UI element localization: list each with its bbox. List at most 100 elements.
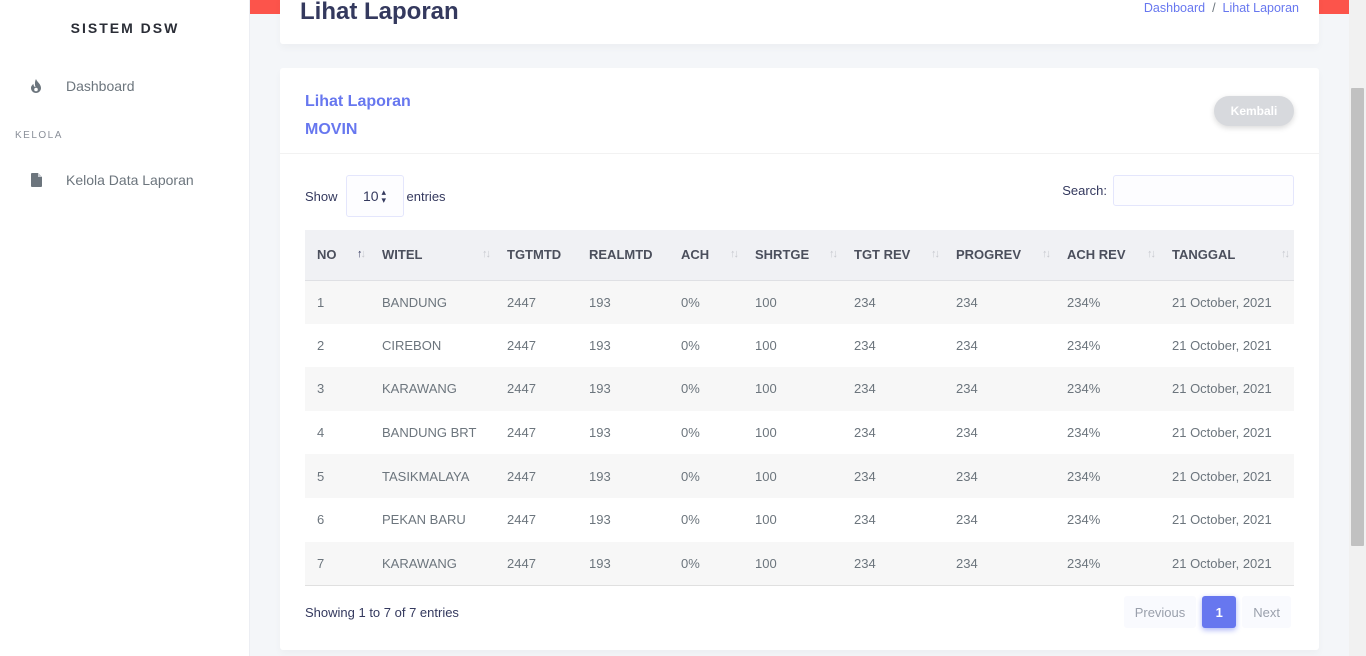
column-header[interactable]: NO ↑↓ xyxy=(305,230,370,281)
table-cell: 234 xyxy=(842,280,944,324)
back-button[interactable]: Kembali xyxy=(1214,96,1294,126)
table-cell: 21 October, 2021 xyxy=(1160,280,1294,324)
show-label: Show xyxy=(305,188,338,204)
sidebar-item-dashboard[interactable]: Dashboard xyxy=(0,71,250,101)
sort-updown-icon: ▴ ▾ xyxy=(381,187,387,205)
sidebar-item-label: Kelola Data Laporan xyxy=(66,172,194,188)
column-header[interactable]: WITEL ↑↓ xyxy=(370,230,495,281)
column-header[interactable]: TGTMTD xyxy=(495,230,577,281)
table-cell: 234 xyxy=(944,323,1055,368)
card-title: Lihat Laporan MOVIN xyxy=(305,88,411,144)
table-row: 1 BANDUNG 2447 193 0% 100 234 234 234% 21 October… xyxy=(305,280,1294,324)
accent-bar-right xyxy=(1319,0,1349,14)
table-cell: 4 xyxy=(305,410,370,455)
previous-button[interactable]: Previous xyxy=(1123,596,1197,628)
table-row: 6 PEKAN BARU 2447 193 0% 100 234 234 234% 21 Octo… xyxy=(305,497,1294,542)
table-cell: 0% xyxy=(669,497,743,542)
page-1-button[interactable]: 1 xyxy=(1202,596,1237,628)
sidebar-item-kelola-data-laporan[interactable]: Kelola Data Laporan xyxy=(0,165,250,195)
scrollbar-thumb[interactable] xyxy=(1351,88,1364,546)
entries-label: entries xyxy=(406,188,446,204)
search-label: Search: xyxy=(1062,183,1107,198)
breadcrumb-current: Lihat Laporan xyxy=(1222,1,1299,15)
table-cell: 3 xyxy=(305,367,370,411)
table-search: Search: xyxy=(1062,175,1294,206)
table-cell: 2447 xyxy=(495,541,577,586)
table-cell: 234 xyxy=(944,367,1055,411)
table-cell: 100 xyxy=(743,410,842,455)
accent-bar-left xyxy=(250,0,280,14)
entries-select-value: 10 xyxy=(362,188,379,204)
column-header[interactable]: REALMTD xyxy=(577,230,669,281)
search-input[interactable] xyxy=(1113,175,1294,206)
table-cell: BANDUNG BRT xyxy=(370,410,495,455)
table-cell: 234% xyxy=(1055,280,1160,324)
table-cell: 100 xyxy=(743,541,842,586)
card-title-line2: MOVIN xyxy=(305,121,358,138)
table-cell: 234% xyxy=(1055,541,1160,586)
table-cell: 2 xyxy=(305,323,370,368)
table-cell: 21 October, 2021 xyxy=(1160,541,1294,586)
breadcrumb-dashboard-link[interactable]: Dashboard xyxy=(1144,1,1205,15)
table-cell: 234% xyxy=(1055,497,1160,542)
table-cell: 7 xyxy=(305,541,370,586)
table-cell: 21 October, 2021 xyxy=(1160,367,1294,411)
table-cell: 234 xyxy=(842,323,944,368)
table-cell: 2447 xyxy=(495,323,577,368)
sort-icon: ↑↓ xyxy=(730,248,739,260)
page-title: Lihat Laporan xyxy=(300,0,459,25)
sidebar-item-label: Dashboard xyxy=(66,78,135,94)
table-cell: CIREBON xyxy=(370,323,495,368)
table-cell: 234% xyxy=(1055,367,1160,411)
column-header[interactable]: PROGREV ↑↓ xyxy=(944,230,1055,281)
table-cell: 234 xyxy=(944,497,1055,542)
sidebar: SISTEM DSW Dashboard KELOLA Kelola Data … xyxy=(0,0,250,656)
table-cell: 193 xyxy=(577,541,669,586)
entries-select[interactable]: 10 ▴ ▾ xyxy=(345,175,404,217)
table-cell: 193 xyxy=(577,323,669,368)
table-cell: 1 xyxy=(305,280,370,324)
fire-icon xyxy=(29,79,43,93)
table-cell: 234 xyxy=(842,497,944,542)
table-cell: TASIKMALAYA xyxy=(370,454,495,498)
table-cell: 234 xyxy=(842,454,944,498)
menu-header-kelola: KELOLA xyxy=(15,130,63,141)
brand-title[interactable]: SISTEM DSW xyxy=(0,20,250,36)
table-cell: 2447 xyxy=(495,280,577,324)
report-card: Lihat Laporan MOVIN Kembali Show 10 ▴ ▾ e… xyxy=(280,68,1319,650)
pagination: Previous 1 Next xyxy=(1123,596,1291,628)
table-header-row: NO ↑↓ WITEL ↑↓ TGTMTD REALMTD ACH ↑↓ SHRTGE… xyxy=(305,230,1294,281)
table-cell: 193 xyxy=(577,454,669,498)
table-cell: 2447 xyxy=(495,410,577,455)
column-header[interactable]: TGT REV ↑↓ xyxy=(842,230,944,281)
table-cell: 21 October, 2021 xyxy=(1160,323,1294,368)
table-cell: 234 xyxy=(944,541,1055,586)
table-cell: 193 xyxy=(577,280,669,324)
table-info: Showing 1 to 7 of 7 entries xyxy=(305,605,459,620)
table-cell: 193 xyxy=(577,497,669,542)
entries-length-control: Show 10 ▴ ▾ entries xyxy=(305,175,446,217)
next-button[interactable]: Next xyxy=(1242,596,1291,628)
column-header[interactable]: TANGGAL ↑↓ xyxy=(1160,230,1294,281)
table-cell: PEKAN BARU xyxy=(370,497,495,542)
table-row: 4 BANDUNG BRT 2447 193 0% 100 234 234 234% 21 Oct… xyxy=(305,410,1294,455)
table-cell: 234 xyxy=(944,454,1055,498)
sort-icon: ↑↓ xyxy=(1147,248,1156,260)
table-cell: 2447 xyxy=(495,367,577,411)
card-title-line1: Lihat Laporan xyxy=(305,93,411,110)
table-cell: KARAWANG xyxy=(370,541,495,586)
file-icon xyxy=(29,173,43,187)
table-cell: 234 xyxy=(842,367,944,411)
table-cell: 2447 xyxy=(495,454,577,498)
report-table: NO ↑↓ WITEL ↑↓ TGTMTD REALMTD ACH ↑↓ SHRTGE… xyxy=(305,230,1294,586)
table-cell: 21 October, 2021 xyxy=(1160,497,1294,542)
table-cell: 0% xyxy=(669,454,743,498)
table-cell: 2447 xyxy=(495,497,577,542)
table-cell: BANDUNG xyxy=(370,280,495,324)
table-cell: 0% xyxy=(669,410,743,455)
table-row: 7 KARAWANG 2447 193 0% 100 234 234 234% 21 Octobe… xyxy=(305,541,1294,586)
column-header[interactable]: ACH ↑↓ xyxy=(669,230,743,281)
column-header[interactable]: SHRTGE ↑↓ xyxy=(743,230,842,281)
table-body: 1 BANDUNG 2447 193 0% 100 234 234 234% 21 October… xyxy=(305,280,1294,586)
column-header[interactable]: ACH REV ↑↓ xyxy=(1055,230,1160,281)
